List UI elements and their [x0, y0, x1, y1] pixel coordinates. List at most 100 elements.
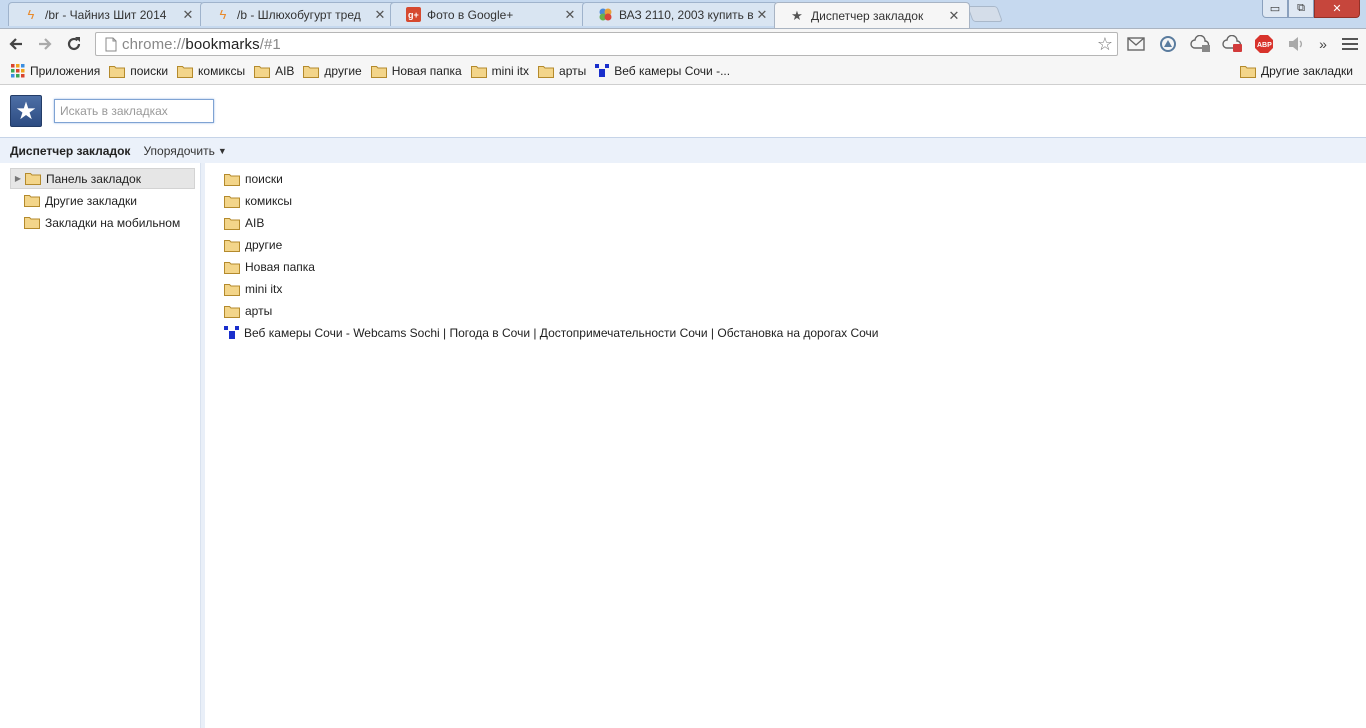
tab-google-photos[interactable]: g+ Фото в Google+ ✕: [390, 2, 586, 26]
bookmark-folder-poiski[interactable]: поиски: [105, 60, 172, 82]
new-tab-button[interactable]: [967, 6, 1003, 22]
bookmark-folder-komiksy[interactable]: комиксы: [173, 60, 249, 82]
list-item[interactable]: комиксы: [224, 191, 292, 211]
bookmark-folder-novaya-papka[interactable]: Новая папка: [367, 60, 466, 82]
svg-text:ABP: ABP: [1257, 42, 1272, 49]
folder-icon: [24, 216, 40, 229]
list-item[interactable]: mini itx: [224, 279, 282, 299]
list-item[interactable]: поиски: [224, 169, 283, 189]
page-header: ★: [0, 85, 1366, 137]
folder-icon: [224, 173, 240, 186]
tab-close-icon[interactable]: ✕: [373, 7, 387, 23]
bookmark-label: другие: [324, 64, 362, 78]
list-item-link[interactable]: Веб камеры Сочи - Webcams Sochi | Погода…: [224, 323, 879, 343]
list-item-label: другие: [245, 238, 283, 252]
colorful-dots-icon: [597, 7, 613, 23]
bookmark-label: Веб камеры Сочи -...: [614, 64, 731, 78]
menu-icon[interactable]: [1339, 33, 1361, 55]
list-item[interactable]: арты: [224, 301, 272, 321]
list-item-label: поиски: [245, 172, 283, 186]
adblock-plus-icon[interactable]: ABP: [1253, 33, 1275, 55]
folder-icon: [303, 65, 320, 78]
dropdown-caret-icon: ▼: [217, 145, 227, 156]
google-plus-icon: g+: [405, 7, 421, 23]
speaker-icon[interactable]: [1285, 33, 1307, 55]
bookmark-star-icon[interactable]: ☆: [1097, 34, 1113, 55]
cloud-block-icon[interactable]: [1222, 33, 1244, 55]
forward-button[interactable]: [32, 31, 58, 57]
back-arrow-icon: [9, 37, 22, 50]
bookmark-webcam-sochi[interactable]: Веб камеры Сочи -...: [591, 60, 734, 82]
folder-icon: [1240, 65, 1257, 78]
search-bookmarks-input[interactable]: [54, 99, 214, 123]
page-icon: [102, 37, 120, 52]
bookmark-folder-aib[interactable]: AIB: [250, 60, 298, 82]
tab-close-icon[interactable]: ✕: [755, 7, 769, 23]
expand-triangle-icon[interactable]: ▶: [11, 174, 25, 183]
folder-icon: [224, 261, 240, 274]
svg-text:g+: g+: [408, 10, 419, 20]
close-icon: ✕: [1332, 3, 1342, 15]
folder-icon: [224, 239, 240, 252]
bookmark-apps[interactable]: Приложения: [7, 60, 104, 82]
list-item-label: Веб камеры Сочи - Webcams Sochi | Погода…: [244, 326, 879, 340]
folder-icon: [109, 65, 126, 78]
bookmark-label: поиски: [130, 64, 169, 78]
tab-title: Диспетчер закладок: [811, 8, 924, 23]
bookmark-label: Приложения: [30, 64, 101, 78]
tree-item-label: Панель закладок: [46, 171, 141, 186]
tab-title: /b - Шлюхобугурт тред: [237, 7, 361, 22]
tab-br[interactable]: ϟ /br - Чайниз Шит 2014 ✕: [8, 2, 204, 26]
tree-item-mobile-bookmarks[interactable]: Закладки на мобильном: [10, 212, 195, 233]
folder-icon: [470, 65, 487, 78]
tree-item-label: Другие закладки: [45, 193, 137, 208]
maximize-button[interactable]: ⧉: [1288, 0, 1314, 18]
folder-icon: [224, 283, 240, 296]
tree-item-other-bookmarks[interactable]: Другие закладки: [10, 190, 195, 211]
tree-item-bookmarks-bar[interactable]: ▶ Панель закладок: [10, 168, 195, 189]
list-item-label: AIB: [245, 216, 265, 230]
bookmark-other-bookmarks[interactable]: Другие закладки: [1236, 60, 1357, 82]
address-bar[interactable]: chrome://bookmarks/#1 ☆: [95, 32, 1118, 56]
list-item[interactable]: другие: [224, 235, 282, 255]
bookmark-folder-mini-itx[interactable]: mini itx: [467, 60, 533, 82]
folder-icon: [224, 305, 240, 318]
toolbar: chrome://bookmarks/#1 ☆ ABP »: [0, 28, 1366, 58]
close-window-button[interactable]: ✕: [1314, 0, 1360, 18]
bookmark-folder-drugie[interactable]: другие: [299, 60, 365, 82]
list-item-label: mini itx: [245, 282, 283, 296]
tab-b[interactable]: ϟ /b - Шлюхобугурт тред ✕: [200, 2, 396, 26]
minimize-button[interactable]: ▭: [1262, 0, 1288, 18]
forward-arrow-icon: [39, 37, 52, 50]
back-button[interactable]: [3, 31, 29, 57]
tab-close-icon[interactable]: ✕: [563, 7, 577, 23]
page-title: Диспетчер закладок: [10, 143, 131, 158]
bookmark-folder-arty[interactable]: арты: [534, 60, 590, 82]
tab-close-icon[interactable]: ✕: [947, 8, 961, 24]
organize-label: Упорядочить: [143, 143, 215, 158]
organize-menu-button[interactable]: Упорядочить ▼: [143, 144, 226, 158]
list-item[interactable]: Новая папка: [224, 257, 315, 277]
tab-bookmarks-manager[interactable]: ★ Диспетчер закладок ✕: [774, 2, 970, 28]
overflow-chevron-icon[interactable]: »: [1312, 33, 1334, 55]
reload-button[interactable]: [61, 31, 87, 57]
list-item[interactable]: AIB: [224, 213, 264, 233]
tab-title: Фото в Google+: [427, 7, 514, 22]
bookmark-list: поиски комиксы AIB другие Новая папка mi…: [205, 163, 1366, 728]
reload-icon: [67, 36, 81, 50]
bookmark-label: mini itx: [491, 64, 530, 78]
bookmark-label: Новая папка: [391, 64, 462, 78]
tab-close-icon[interactable]: ✕: [181, 7, 195, 23]
bookmark-label: Другие закладки: [1261, 64, 1353, 78]
folder-icon: [370, 65, 387, 78]
circle-ext-icon[interactable]: [1157, 33, 1179, 55]
bookmark-label: арты: [559, 64, 587, 78]
list-item-label: Новая папка: [245, 260, 315, 274]
tab-vaz[interactable]: ВАЗ 2110, 2003 купить в Р ✕: [582, 2, 778, 26]
bookmark-label: комиксы: [198, 64, 246, 78]
lightning-icon: ϟ: [219, 7, 227, 22]
cloud-download-icon[interactable]: [1190, 33, 1212, 55]
bookmarks-logo-star-icon: ★: [10, 95, 42, 127]
tab-title: /br - Чайниз Шит 2014: [45, 7, 167, 22]
mail-icon[interactable]: [1125, 33, 1147, 55]
